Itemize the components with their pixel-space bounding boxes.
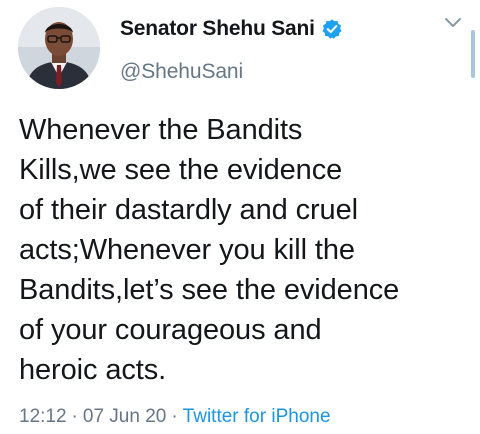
- tweet-source-link[interactable]: Twitter for iPhone: [183, 406, 331, 427]
- avatar[interactable]: [18, 7, 100, 89]
- tweet-text-line: acts;Whenever you kill the: [19, 234, 355, 266]
- tweet-time[interactable]: 12:12: [19, 406, 67, 427]
- avatar-image: [18, 7, 100, 89]
- meta-separator: ·: [71, 406, 78, 427]
- author-names[interactable]: Senator Shehu Sani @ShehuSani: [120, 14, 343, 84]
- tweet-text: Whenever the Bandits Kills,we see the ev…: [19, 110, 469, 390]
- tweet-text-line: of their dastardly and cruel: [19, 194, 358, 226]
- scrollbar[interactable]: [471, 30, 475, 78]
- tweet-text-line: Bandits,let’s see the evidence: [19, 274, 400, 306]
- tweet-text-line: Kills,we see the evidence: [19, 154, 343, 186]
- tweet-header: Senator Shehu Sani @ShehuSani: [0, 0, 480, 100]
- tweet-text-line: Whenever the Bandits: [19, 114, 303, 146]
- tweet-text-line: heroic acts.: [19, 354, 167, 386]
- display-name[interactable]: Senator Shehu Sani: [120, 17, 315, 41]
- tweet-card: Senator Shehu Sani @ShehuSani Whenever t…: [0, 0, 480, 434]
- meta-separator: ·: [171, 406, 178, 427]
- tweet-meta: 12:12 · 07 Jun 20 · Twitter for iPhone: [19, 406, 331, 428]
- chevron-down-icon[interactable]: [442, 16, 464, 30]
- verified-badge-icon: [321, 18, 343, 40]
- handle[interactable]: @ShehuSani: [120, 60, 343, 84]
- display-name-row[interactable]: Senator Shehu Sani: [120, 14, 343, 44]
- tweet-date[interactable]: 07 Jun 20: [83, 406, 166, 427]
- tweet-text-line: of your courageous and: [19, 314, 322, 346]
